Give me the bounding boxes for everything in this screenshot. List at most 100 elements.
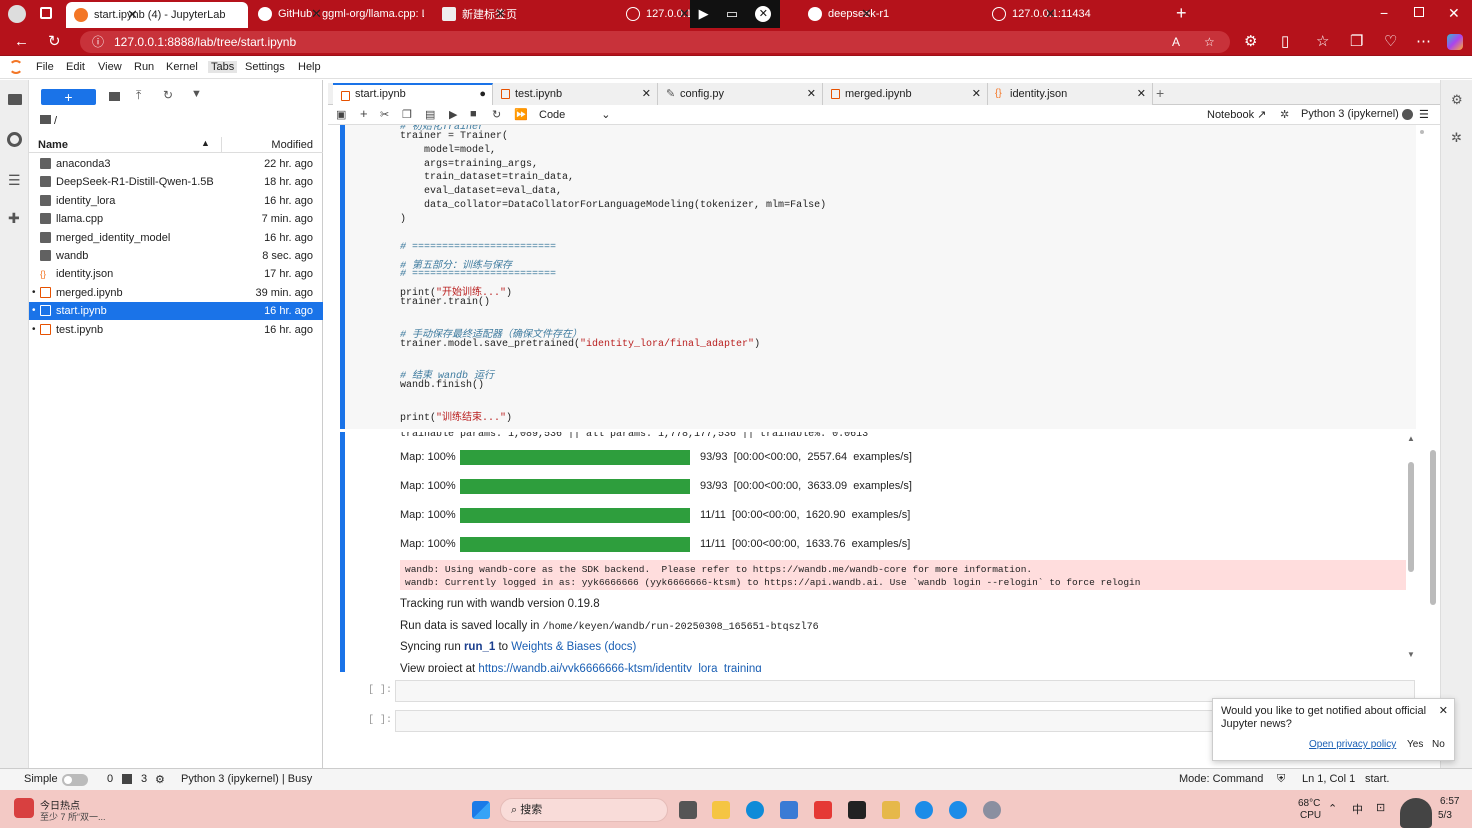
insert-cell-icon[interactable]: + <box>360 106 368 121</box>
close-tab-icon[interactable]: ✕ <box>861 6 872 22</box>
name-column-header[interactable]: Name <box>38 139 68 151</box>
close-tab-icon[interactable]: ✕ <box>807 83 816 105</box>
output-scrollbar[interactable]: ▲ ▼ <box>1406 434 1416 670</box>
news-widget-icon[interactable] <box>14 798 34 818</box>
kernel-status-icon[interactable]: ⚙ <box>155 773 165 786</box>
close-circle-icon[interactable]: ✕ <box>755 6 772 22</box>
menu-tabs[interactable]: Tabs <box>208 61 238 73</box>
task-view-icon[interactable] <box>679 801 697 819</box>
file-row[interactable]: merged_identity_model 16 hr. ago <box>29 229 323 247</box>
browser-tab-local-11434[interactable]: 127.0.0.1:11434 ✕ <box>984 0 1166 28</box>
paste-icon[interactable]: ▤ <box>425 108 435 121</box>
notebook-scrollbar[interactable] <box>1430 450 1436 605</box>
browser-tab-newtab[interactable]: 新建标签页 ✕ <box>434 0 616 28</box>
close-tab-icon[interactable]: ✕ <box>1045 6 1056 22</box>
file-row[interactable]: • merged.ipynb 39 min. ago <box>29 284 323 302</box>
close-tab-icon[interactable]: ✕ <box>642 83 651 105</box>
terminal-app-icon[interactable] <box>848 801 866 819</box>
project-link[interactable]: https://wandb.ai/yyk6666666-ktsm/identit… <box>478 663 761 672</box>
menu-settings[interactable]: Settings <box>245 61 285 73</box>
file-explorer-icon[interactable] <box>712 801 730 819</box>
back-icon[interactable]: ← <box>14 28 29 56</box>
close-tab-icon[interactable]: ✕ <box>127 7 138 23</box>
read-aloud-icon[interactable]: A <box>1172 31 1180 53</box>
copilot-icon[interactable] <box>1447 34 1463 50</box>
filter-icon[interactable]: ▼ <box>191 88 202 100</box>
tab-actions-icon[interactable] <box>40 7 52 19</box>
new-launcher-button[interactable]: + <box>41 89 96 105</box>
run-icon[interactable]: ▶ <box>449 108 457 121</box>
menu-run[interactable]: Run <box>134 61 154 73</box>
menu-view[interactable]: View <box>98 61 122 73</box>
menu-help[interactable]: Help <box>298 61 321 73</box>
favorite-star-icon[interactable]: ☆ <box>1204 31 1215 53</box>
no-button[interactable]: No <box>1432 739 1445 750</box>
restart-icon[interactable]: ↻ <box>492 108 501 121</box>
browser-tab-deepseek[interactable]: deepseek-r1 ✕ <box>800 0 982 28</box>
file-browser-icon[interactable] <box>8 94 22 105</box>
pointer-icon[interactable]: ▶ <box>699 6 709 22</box>
extensions-icon[interactable]: ⚙ <box>1244 28 1257 56</box>
maximize-button[interactable] <box>1414 7 1424 17</box>
browser-tab-jupyterlab[interactable]: start.ipynb (4) - JupyterLab ✕ <box>66 2 248 28</box>
profile-avatar[interactable] <box>8 5 26 23</box>
favorites-icon[interactable]: ☆ <box>1316 28 1329 56</box>
site-info-icon[interactable]: ⓘ <box>92 31 104 53</box>
upload-icon[interactable]: ⤒ <box>136 88 141 103</box>
windows-start-icon[interactable] <box>472 801 490 819</box>
scroll-up-arrow[interactable] <box>1420 130 1424 134</box>
running-kernels-icon[interactable] <box>7 132 22 147</box>
settings-menu-icon[interactable]: ☰ <box>1419 108 1429 121</box>
clock-time[interactable]: 6:57 <box>1440 796 1459 807</box>
minimize-button[interactable]: − <box>1380 5 1388 21</box>
docs-link[interactable]: (docs) <box>601 641 636 653</box>
docker-desktop-icon[interactable] <box>949 801 967 819</box>
close-tab-icon[interactable]: ✕ <box>1137 83 1146 105</box>
tab-test-ipynb[interactable]: test.ipynb ✕ <box>493 83 658 105</box>
stop-icon[interactable]: ■ <box>470 108 477 120</box>
wandb-link[interactable]: Weights & Biases <box>511 641 601 653</box>
yes-button[interactable]: Yes <box>1407 739 1423 750</box>
microsoft-store-icon[interactable] <box>780 801 798 819</box>
scroll-thumb[interactable] <box>1408 462 1414 572</box>
file-row[interactable]: • start.ipynb 16 hr. ago <box>29 302 323 321</box>
file-row[interactable]: llama.cpp 7 min. ago <box>29 210 323 228</box>
property-inspector-icon[interactable]: ⚙ <box>1451 92 1463 108</box>
new-tab-button[interactable]: + <box>1176 3 1187 24</box>
menu-file[interactable]: File <box>36 61 54 73</box>
debugger-icon[interactable]: ✲ <box>1280 108 1289 121</box>
clock-date[interactable]: 5/3 <box>1438 810 1452 821</box>
close-tab-icon[interactable]: ✕ <box>679 6 690 22</box>
browser-essentials-icon[interactable]: ♡ <box>1384 28 1397 56</box>
collections-icon[interactable]: ❐ <box>1350 28 1363 56</box>
debugger-panel-icon[interactable]: ✲ <box>1451 130 1462 146</box>
run-all-icon[interactable]: ⏩ <box>514 108 528 121</box>
network-icon[interactable]: ⊡ <box>1376 801 1385 814</box>
code-cell[interactable]: # 初始化Trainer trainer = Trainer( model=mod… <box>340 125 1416 429</box>
open-notebook-link[interactable]: Notebook ↗ <box>1207 108 1266 121</box>
modified-column-header[interactable]: Modified <box>271 139 313 151</box>
kernel-name[interactable]: Python 3 (ipykernel) <box>1301 108 1399 120</box>
tab-config-py[interactable]: ✎ config.py ✕ <box>658 83 823 105</box>
breadcrumb[interactable]: / <box>40 115 57 127</box>
file-row[interactable]: DeepSeek-R1-Distill-Qwen-1.5B 18 hr. ago <box>29 173 323 191</box>
notes-app-icon[interactable] <box>882 801 900 819</box>
input-method-icon[interactable]: 中 <box>1352 801 1363 817</box>
browser-tab-github[interactable]: GitHub - ggml-org/llama.cpp: LL ✕ <box>250 0 432 28</box>
file-row[interactable]: anaconda3 22 hr. ago <box>29 155 323 173</box>
tab-merged-ipynb[interactable]: merged.ipynb ✕ <box>823 83 988 105</box>
file-row[interactable]: • test.ipynb 16 hr. ago <box>29 321 323 339</box>
file-row[interactable]: identity_lora 16 hr. ago <box>29 192 323 210</box>
edge-browser-icon[interactable] <box>746 801 764 819</box>
copy-icon[interactable]: ❐ <box>402 108 412 121</box>
kernel-status-text[interactable]: Python 3 (ipykernel) | Busy <box>181 773 312 785</box>
taskbar-search-box[interactable]: ⌕ 搜索 <box>500 798 668 822</box>
extension-manager-icon[interactable]: ✚ <box>8 210 20 227</box>
privacy-policy-link[interactable]: Open privacy policy <box>1309 739 1396 750</box>
close-notification-icon[interactable]: ✕ <box>1439 704 1448 717</box>
refresh-icon[interactable]: ↻ <box>163 88 173 102</box>
scroll-down-icon[interactable]: ▼ <box>1407 650 1415 659</box>
cursor-position[interactable]: Ln 1, Col 1 <box>1302 773 1355 785</box>
close-window-button[interactable]: ✕ <box>1448 5 1460 22</box>
close-tab-icon[interactable]: ✕ <box>495 6 506 22</box>
